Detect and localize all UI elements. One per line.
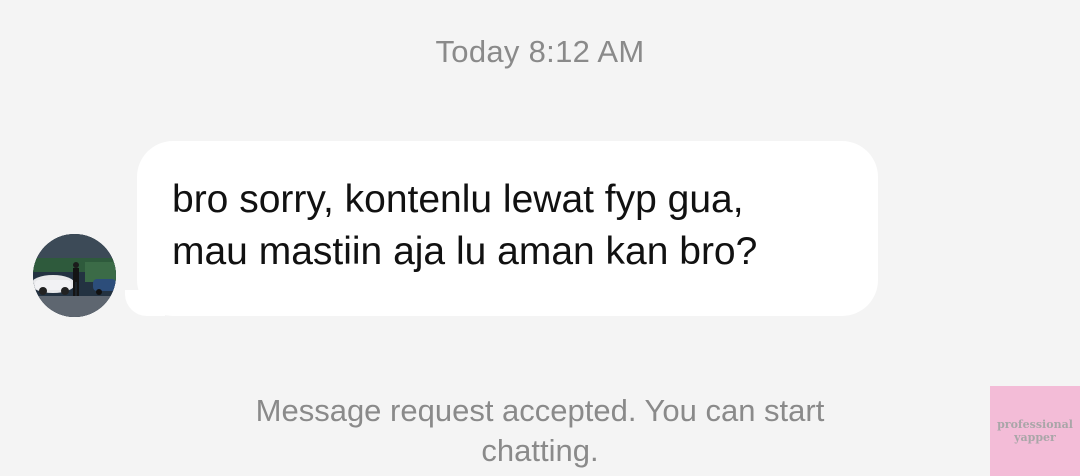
sender-avatar[interactable] — [33, 234, 116, 317]
watermark-text: yapper — [1014, 431, 1056, 444]
message-text-line: bro sorry, kontenlu lewat fyp gua, — [172, 178, 744, 221]
message-text-line: mau mastiin aja lu aman kan bro? — [172, 230, 758, 273]
request-accepted-notice: Message request accepted. You can start … — [140, 391, 940, 471]
avatar-photo-icon — [33, 234, 116, 317]
watermark-text: professional — [997, 418, 1073, 431]
notice-text-line: Message request accepted. You can start — [255, 393, 825, 428]
received-message-bubble[interactable]: bro sorry, kontenlu lewat fyp gua, mau m… — [137, 141, 878, 316]
notice-text-line: chatting. — [481, 433, 599, 468]
watermark-sticker: professional yapper — [990, 386, 1080, 476]
message-timestamp: Today 8:12 AM — [435, 34, 645, 69]
